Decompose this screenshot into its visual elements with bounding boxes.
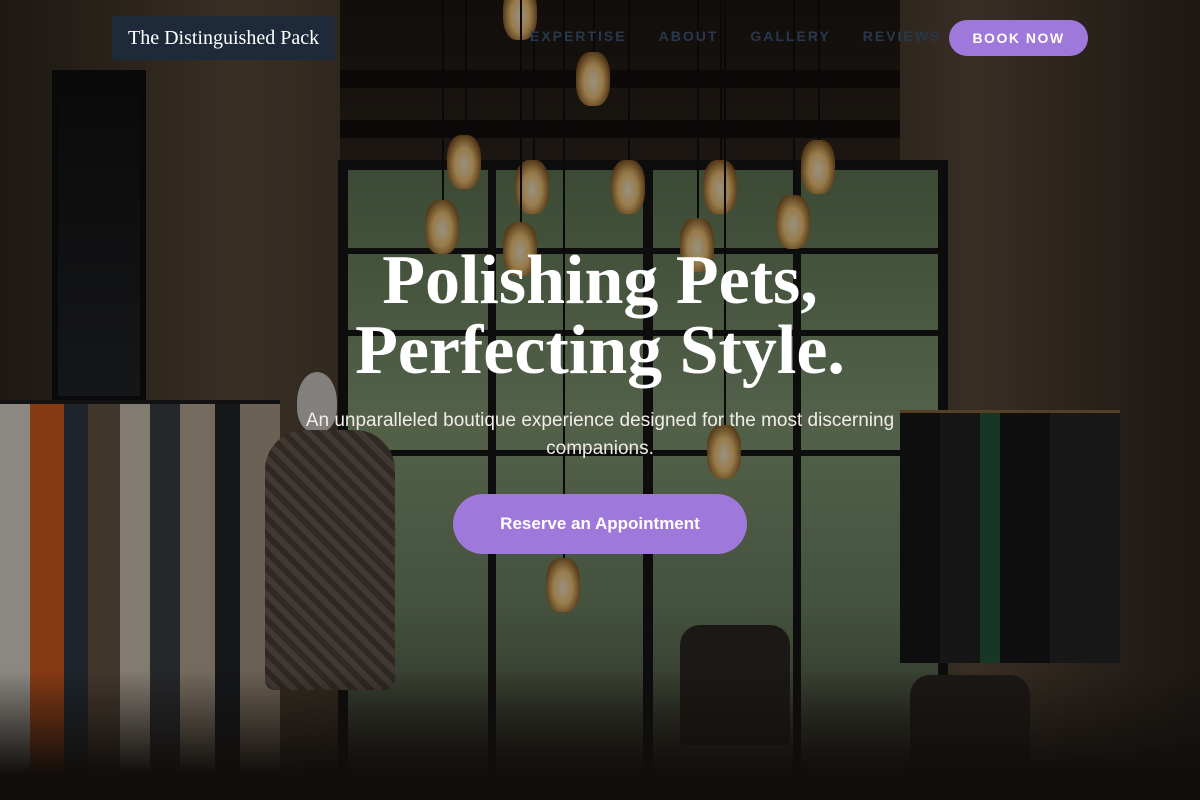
hero-title-line-1: Polishing Pets, xyxy=(382,242,818,319)
nav-link-gallery[interactable]: GALLERY xyxy=(750,28,830,44)
reserve-appointment-button[interactable]: Reserve an Appointment xyxy=(453,494,747,554)
hero-title-line-2: Perfecting Style. xyxy=(355,312,845,389)
brand-logo[interactable]: The Distinguished Pack xyxy=(112,16,336,60)
hero-title: Polishing Pets, Perfecting Style. xyxy=(0,246,1200,386)
nav-link-about[interactable]: ABOUT xyxy=(659,28,719,44)
dark-overlay xyxy=(0,0,1200,800)
hero-subtitle: An unparalleled boutique experience desi… xyxy=(305,410,895,459)
book-now-button[interactable]: BOOK NOW xyxy=(949,20,1088,56)
main-nav: EXPERTISE ABOUT GALLERY REVIEWS xyxy=(530,28,941,44)
nav-link-expertise[interactable]: EXPERTISE xyxy=(530,28,627,44)
nav-link-reviews[interactable]: REVIEWS xyxy=(863,28,942,44)
hero-background-image xyxy=(0,0,1200,800)
